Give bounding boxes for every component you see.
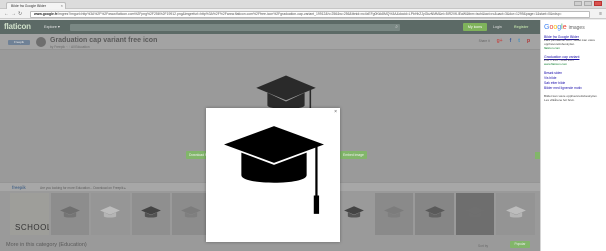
paper-thumbnail-icon [100, 206, 121, 218]
related-thumbnail[interactable] [334, 193, 373, 235]
related-thumbnail[interactable] [50, 193, 90, 235]
cap-thumbnail-icon [384, 206, 404, 218]
grad-thumbnail-icon [424, 206, 445, 218]
forward-icon[interactable]: → [11, 11, 16, 17]
address-bar: ← → ↻ www.google.fr/imgres?imgurl=http%3… [0, 9, 606, 19]
explore-menu[interactable]: Explore ▾ [44, 24, 60, 29]
board-thumbnail-icon [465, 206, 486, 218]
url-input[interactable]: www.google.fr/imgres?imgurl=http%3A%2F%2… [30, 10, 590, 18]
pinterest-icon[interactable]: p [527, 38, 530, 44]
image-lightbox: × [206, 108, 340, 242]
result-url[interactable]: flaticon.com [544, 46, 603, 51]
url-host: www.google.fr [34, 11, 58, 16]
page-byline: by Freepik · 🗎 All Education [50, 44, 90, 49]
more-in-category-title: More in this category (Education) [6, 242, 87, 248]
related-thumbnail[interactable] [91, 193, 130, 235]
browser-tab[interactable]: Bilde fra Google Bilder × [6, 2, 66, 9]
graduation-cap-icon [224, 126, 324, 214]
login-link[interactable]: Login [493, 25, 502, 29]
result-block: Graduation cap variant 256 × 256 - Free … [544, 55, 603, 67]
share-label: Share it [478, 39, 490, 43]
register-link[interactable]: Register [514, 25, 528, 29]
maximize-icon[interactable] [584, 1, 592, 6]
twitter-icon[interactable]: t [518, 38, 520, 44]
panel-links: Besøk siden Vis bilde Søk etter bilde Bi… [544, 71, 603, 91]
search-icon[interactable]: ⌕ [395, 24, 398, 31]
site-header: flaticon Explore ▾ ⌕ My icons Login Regi… [0, 20, 540, 34]
thumbnail-label: SCHOOL [15, 223, 49, 232]
freepik-logo[interactable]: freepik [12, 185, 26, 190]
freepik-banner-text[interactable]: Are you looking for more Education... Do… [40, 186, 126, 190]
category-badge-icon [36, 37, 46, 47]
page-title: Graduation cap variant free icon [50, 36, 158, 44]
url-path: /imgres?imgurl=http%3A%2F%2Fwww.flaticon… [57, 11, 562, 16]
browser-titlebar: Bilde fra Google Bilder × [0, 0, 606, 9]
result-block: Bilde fra Google Bilder Fant på flaticon… [544, 35, 603, 51]
reload-icon[interactable]: ↻ [18, 11, 22, 17]
books-thumbnail-icon [59, 206, 80, 218]
google-images-panel: Google images Bilde fra Google Bilder Fa… [540, 20, 606, 251]
related-thumbnail[interactable] [415, 193, 454, 235]
share-bar: Share it g+ f t p [479, 38, 530, 44]
related-thumbnail[interactable] [496, 193, 535, 235]
globe-thumbnail-icon [181, 206, 202, 218]
result-url[interactable]: www.flaticon.com [544, 62, 603, 67]
facebook-icon[interactable]: f [510, 38, 512, 44]
window-controls [574, 1, 602, 6]
related-thumbnail[interactable] [172, 193, 211, 235]
sort-label: Sort by [478, 244, 489, 248]
window-close-icon[interactable] [594, 1, 602, 6]
cup-thumbnail-icon [505, 206, 526, 218]
related-thumbnail[interactable] [374, 193, 414, 235]
browser-menu-icon[interactable]: ≡ [599, 11, 602, 17]
flaticon-logo[interactable]: flaticon [4, 22, 31, 31]
close-icon[interactable]: × [334, 109, 337, 115]
site-search-input[interactable]: ⌕ [70, 23, 400, 31]
sort-button[interactable]: Popular [510, 241, 530, 248]
back-icon[interactable]: ← [4, 11, 9, 17]
author-tag[interactable]: Freepik [8, 40, 30, 45]
related-thumbnail[interactable] [455, 193, 495, 235]
google-images-logo[interactable]: Google images [544, 24, 603, 31]
google-plus-icon[interactable]: g+ [497, 38, 503, 44]
related-thumbnail[interactable] [131, 193, 171, 235]
cap-thumbnail-icon [140, 206, 161, 218]
icon-subheader: Freepik Graduation cap variant free icon… [0, 34, 540, 50]
lightbox-image [223, 124, 325, 217]
my-icons-button[interactable]: My icons [463, 23, 487, 31]
related-thumbnail[interactable]: SCHOOL [10, 193, 49, 235]
copyright-notice: Bildet kan være opphavsrettsbeskyttet. L… [544, 93, 598, 102]
embed-button[interactable]: Embed image [340, 151, 367, 159]
minimize-icon[interactable] [574, 1, 582, 6]
browser-tab-title: Bilde fra Google Bilder [11, 4, 47, 8]
back-thumbnail-icon [343, 206, 364, 218]
similar-images-link[interactable]: Bilder med lignende motiv [544, 86, 603, 91]
